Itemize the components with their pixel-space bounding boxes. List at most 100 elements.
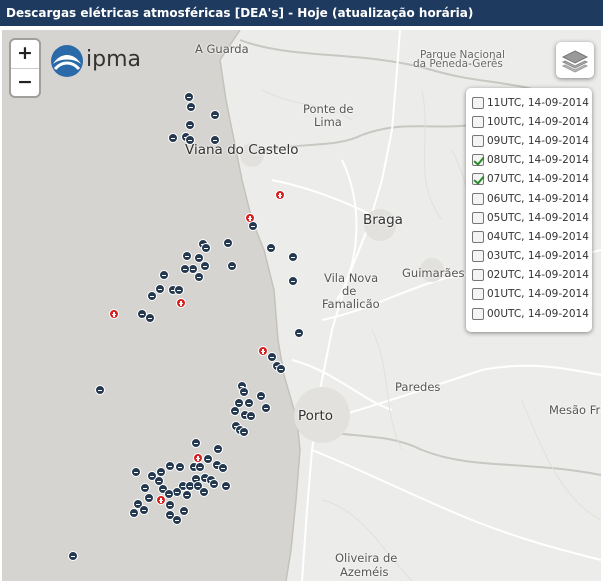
negative-strike-marker[interactable] [129,508,139,518]
negative-strike-marker[interactable] [227,261,237,271]
negative-strike-marker[interactable] [210,110,220,120]
layer-checkbox[interactable] [472,134,484,147]
negative-strike-marker[interactable] [246,411,256,421]
negative-strike-marker[interactable] [199,487,209,497]
negative-strike-marker[interactable] [165,461,175,471]
negative-strike-marker[interactable] [145,313,155,323]
place-label: da Peneda-Gerês [413,58,503,70]
layers-button[interactable] [556,42,594,78]
negative-strike-marker[interactable] [230,406,240,416]
layer-label: 08UTC, 14-09-2014 [487,154,589,167]
map-view[interactable]: A Guarda Parque Nacional da Peneda-Gerês… [2,30,601,581]
place-label: Oliveira de [335,551,398,565]
negative-strike-marker[interactable] [288,276,298,286]
layer-checkbox[interactable] [472,115,484,128]
place-label: Mesão Fri [549,403,601,417]
negative-strike-marker[interactable] [261,403,271,413]
negative-strike-marker[interactable] [200,261,210,271]
negative-strike-marker[interactable] [266,243,276,253]
layer-option[interactable]: 04UTC, 14-09-2014 [472,227,592,246]
place-label: Viana do Castelo [185,142,299,158]
negative-strike-marker[interactable] [209,479,219,489]
layer-option[interactable]: 07UTC, 14-09-2014 [472,170,592,189]
negative-strike-marker[interactable] [221,481,231,491]
negative-strike-marker[interactable] [159,270,169,280]
layer-label: 03UTC, 14-09-2014 [487,250,589,263]
negative-strike-marker[interactable] [179,506,189,516]
negative-strike-marker[interactable] [248,221,258,231]
negative-strike-marker[interactable] [144,493,154,503]
layer-label: 07UTC, 14-09-2014 [487,173,589,186]
zoom-out-button[interactable]: − [11,68,39,96]
place-label: Famalicão [322,297,380,311]
negative-strike-marker[interactable] [175,462,185,472]
negative-strike-marker[interactable] [294,328,304,338]
zoom-in-button[interactable]: + [11,40,39,68]
negative-strike-marker[interactable] [165,500,175,510]
layer-option[interactable]: 01UTC, 14-09-2014 [472,285,592,304]
place-label: Ponte de [303,102,354,116]
negative-strike-marker[interactable] [210,135,220,145]
negative-strike-marker[interactable] [213,444,223,454]
negative-strike-marker[interactable] [288,252,298,262]
layer-option[interactable]: 09UTC, 14-09-2014 [472,131,592,150]
place-label: Guimarães [402,266,465,280]
layer-checkbox[interactable] [472,250,484,263]
layer-checkbox[interactable] [472,230,484,243]
negative-strike-marker[interactable] [201,243,211,253]
zoom-control: + − [11,40,39,96]
negative-strike-marker[interactable] [68,551,78,561]
layer-checkbox[interactable] [472,288,484,301]
negative-strike-marker[interactable] [140,483,150,493]
negative-strike-marker[interactable] [131,467,141,477]
positive-strike-marker[interactable] [176,298,186,308]
negative-strike-marker[interactable] [182,251,192,261]
place-label: Porto [298,408,334,424]
negative-strike-marker[interactable] [218,463,228,473]
layer-option[interactable]: 10UTC, 14-09-2014 [472,112,592,131]
negative-strike-marker[interactable] [182,490,192,500]
place-label: Lima [314,115,342,129]
negative-strike-marker[interactable] [185,120,195,130]
layer-checkbox[interactable] [472,307,484,320]
negative-strike-marker[interactable] [256,391,266,401]
positive-strike-marker[interactable] [275,190,285,200]
negative-strike-marker[interactable] [244,398,254,408]
layer-option[interactable]: 00UTC, 14-09-2014 [472,304,592,323]
layer-option[interactable]: 05UTC, 14-09-2014 [472,208,592,227]
layer-checkbox[interactable] [472,269,484,282]
negative-strike-marker[interactable] [276,364,286,374]
layer-checkbox[interactable] [472,96,484,109]
layer-option[interactable]: 03UTC, 14-09-2014 [472,247,592,266]
layer-checkbox[interactable] [472,173,484,186]
negative-strike-marker[interactable] [95,385,105,395]
negative-strike-marker[interactable] [147,291,157,301]
negative-strike-marker[interactable] [184,92,194,102]
negative-strike-marker[interactable] [186,102,196,112]
layer-option[interactable]: 02UTC, 14-09-2014 [472,266,592,285]
positive-strike-marker[interactable] [109,309,119,319]
negative-strike-marker[interactable] [185,135,195,145]
layer-option[interactable]: 06UTC, 14-09-2014 [472,189,592,208]
layer-option[interactable]: 11UTC, 14-09-2014 [472,93,592,112]
layer-label: 09UTC, 14-09-2014 [487,134,589,147]
layer-label: 04UTC, 14-09-2014 [487,230,589,243]
negative-strike-marker[interactable] [172,515,182,525]
negative-strike-marker[interactable] [239,427,249,437]
layer-checkbox[interactable] [472,211,484,224]
layer-checkbox[interactable] [472,192,484,205]
negative-strike-marker[interactable] [194,272,204,282]
negative-strike-marker[interactable] [223,238,233,248]
layers-icon [561,50,589,73]
negative-strike-marker[interactable] [168,133,178,143]
layer-checkbox[interactable] [472,154,484,167]
layer-option[interactable]: 08UTC, 14-09-2014 [472,151,592,170]
negative-strike-marker[interactable] [191,438,201,448]
negative-strike-marker[interactable] [155,284,165,294]
negative-strike-marker[interactable] [239,387,249,397]
negative-strike-marker[interactable] [180,264,190,274]
negative-strike-marker[interactable] [174,285,184,295]
negative-strike-marker[interactable] [195,462,205,472]
page-title: Descargas elétricas atmosféricas [DEA's]… [0,0,603,26]
negative-strike-marker[interactable] [139,505,149,515]
